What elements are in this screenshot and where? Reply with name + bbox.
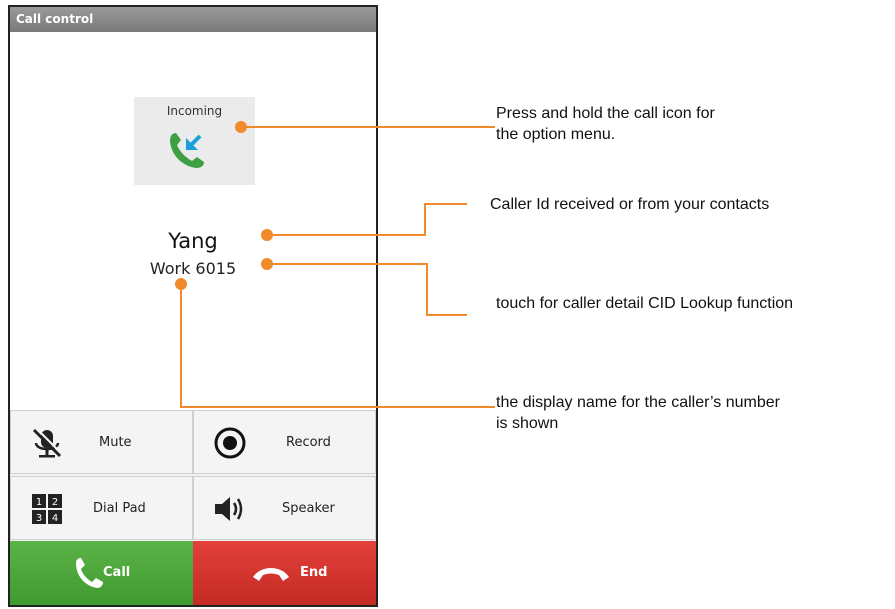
annotation-marker-call-icon bbox=[235, 121, 247, 133]
annotation-caller-id: Caller Id received or from your contacts bbox=[490, 196, 770, 213]
annotation-display-name: the display name for the caller’s number… bbox=[496, 392, 780, 434]
annotation-marker-caller-id bbox=[261, 229, 273, 241]
annotation-call-icon-line1: Press and hold the call icon for bbox=[496, 105, 715, 122]
annotation-marker-display-name bbox=[175, 278, 187, 290]
annotation-caller-detail: touch for caller detail CID Lookup funct… bbox=[496, 295, 794, 312]
annotation-display-name-line2: is shown bbox=[496, 415, 559, 432]
annotation-call-icon-line2: the option menu. bbox=[496, 126, 616, 143]
annotation-display-name-line1: the display name for the caller’s number bbox=[496, 394, 780, 411]
annotation-marker-caller-detail bbox=[261, 258, 273, 270]
annotation-call-icon: Press and hold the call icon for the opt… bbox=[496, 103, 715, 145]
